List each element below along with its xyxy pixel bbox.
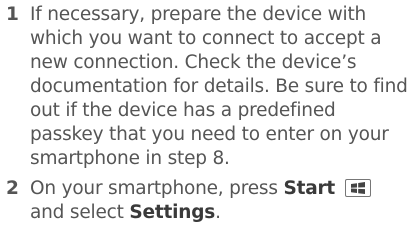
start-label: Start [283, 178, 336, 199]
step-number: 1 [6, 4, 19, 25]
step-text-after: . [215, 202, 221, 223]
step-text-middle: and select [30, 202, 130, 223]
step-text: If necessary, prepare the device with wh… [30, 4, 408, 169]
step-text-before: On your smartphone, press [30, 178, 284, 199]
step-number: 2 [6, 178, 19, 199]
step-1: 1 If necessary, prepare the device with … [0, 3, 408, 171]
windows-start-key-icon [344, 179, 371, 197]
settings-label: Settings [129, 202, 216, 223]
instruction-steps: 1 If necessary, prepare the device with … [0, 0, 408, 225]
step-2: 2 On your smartphone, press Start and se… [0, 177, 408, 225]
